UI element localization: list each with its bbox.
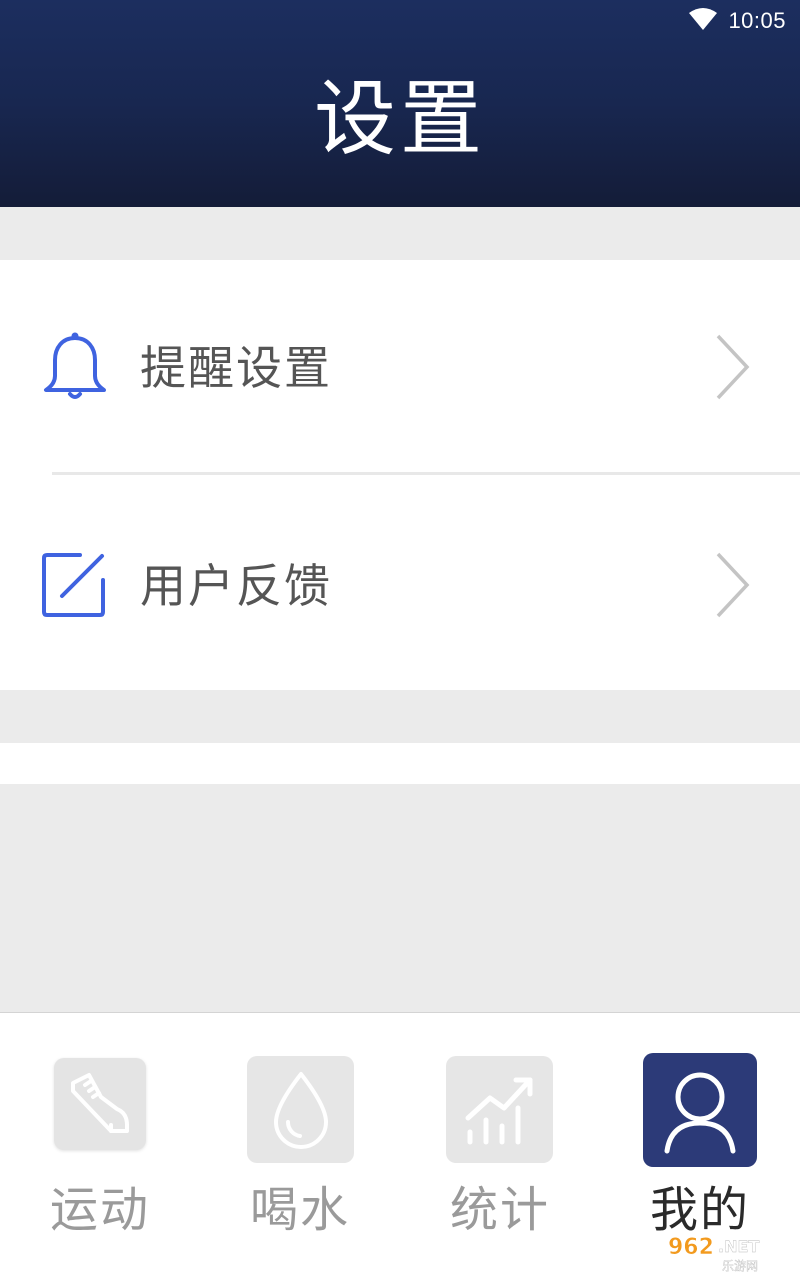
tab-label: 喝水 bbox=[249, 1182, 350, 1238]
settings-item-feedback[interactable]: 用户反馈 bbox=[0, 476, 800, 690]
stats-chart-icon bbox=[446, 1056, 553, 1163]
settings-item-label: 提醒设置 bbox=[140, 341, 332, 395]
tab-stats[interactable]: 统计 bbox=[400, 1013, 600, 1280]
status-bar: 10:05 bbox=[688, 6, 786, 36]
status-time: 10:05 bbox=[728, 8, 786, 33]
settings-item-reminder[interactable]: 提醒设置 bbox=[0, 260, 800, 475]
chevron-right-icon bbox=[712, 332, 752, 402]
bell-icon bbox=[40, 332, 110, 402]
shoe-icon bbox=[54, 1058, 146, 1150]
wifi-icon bbox=[688, 7, 718, 35]
header-bar: 10:05 设置 bbox=[0, 0, 800, 207]
svg-text:.NET: .NET bbox=[718, 1237, 759, 1256]
spacer-strip bbox=[0, 743, 800, 784]
tab-label: 运动 bbox=[49, 1182, 150, 1238]
edit-icon bbox=[40, 550, 110, 620]
settings-item-label: 用户反馈 bbox=[140, 559, 332, 613]
user-icon bbox=[643, 1053, 757, 1167]
svg-text:乐游网: 乐游网 bbox=[722, 1259, 758, 1273]
tab-label: 统计 bbox=[449, 1182, 550, 1238]
divider bbox=[52, 472, 800, 475]
tab-water[interactable]: 喝水 bbox=[200, 1013, 400, 1280]
settings-list: 提醒设置 用户反馈 bbox=[0, 260, 800, 690]
chevron-right-icon bbox=[712, 550, 752, 620]
tab-label: 我的 bbox=[649, 1182, 750, 1238]
page-title: 设置 bbox=[313, 72, 486, 167]
tab-sport[interactable]: 运动 bbox=[0, 1013, 200, 1280]
water-drop-icon bbox=[247, 1056, 354, 1163]
watermark-logo: 962 .NET 乐游网 bbox=[664, 1232, 794, 1274]
svg-text:962: 962 bbox=[668, 1235, 714, 1260]
